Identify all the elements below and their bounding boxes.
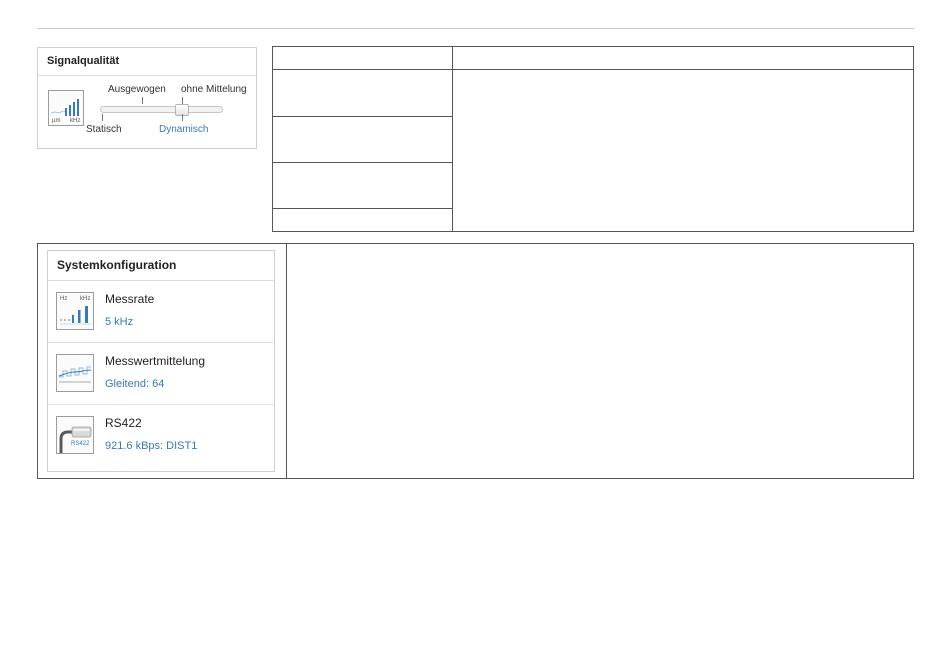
slider-tick: [142, 97, 143, 104]
icon-unit-khz: kHz: [70, 118, 81, 124]
table-row-rule: [273, 116, 453, 117]
config-item-label: Messrate: [105, 292, 155, 306]
config-item-messwertmittelung[interactable]: Messwertmittelung Gleitend: 64: [48, 343, 274, 405]
averaging-icon: [56, 354, 94, 392]
signal-quality-slider-track[interactable]: [100, 106, 223, 113]
icon-unit-um: µm: [52, 118, 61, 124]
system-configuration-table: Systemkonfiguration Hz kHz Messrate 5 kH…: [37, 243, 914, 479]
slider-label-statisch[interactable]: Statisch: [86, 124, 122, 135]
config-item-value[interactable]: 5 kHz: [105, 316, 133, 328]
measurement-rate-icon: Hz kHz: [56, 292, 94, 330]
rs422-icon-text: RS422: [71, 441, 90, 447]
table-column-divider: [286, 244, 287, 478]
signal-quality-icon: µm kHz: [48, 90, 84, 126]
table-column-divider: [452, 47, 453, 231]
top-rule: [37, 28, 914, 29]
icon-unit-hz: Hz: [60, 296, 68, 302]
signal-quality-panel: Signalqualität µm kHz Ausgewogen ohne Mi…: [37, 47, 257, 149]
slider-tick: [182, 114, 183, 121]
slider-tick: [102, 114, 103, 121]
system-configuration-title: Systemkonfiguration: [48, 251, 274, 281]
slider-label-ohne-mittelung[interactable]: ohne Mittelung: [181, 84, 247, 95]
config-item-label: Messwertmittelung: [105, 354, 206, 368]
rs422-cable-icon: RS422: [56, 416, 94, 454]
system-configuration-panel: Systemkonfiguration Hz kHz Messrate 5 kH…: [47, 250, 275, 472]
averaging-graphic: [58, 366, 92, 383]
table-row-rule: [273, 208, 453, 209]
config-item-rs422[interactable]: RS422 RS422 921.6 kBps: DIST1: [48, 405, 274, 466]
slider-tick: [182, 97, 183, 104]
table-row-rule: [273, 162, 453, 163]
config-item-messrate[interactable]: Hz kHz Messrate 5 kHz: [48, 281, 274, 343]
config-item-value[interactable]: 921.6 kBps: DIST1: [105, 440, 197, 452]
config-item-label: RS422: [105, 416, 142, 430]
slider-label-dynamisch[interactable]: Dynamisch: [159, 124, 208, 135]
signal-quality-title: Signalqualität: [38, 48, 256, 76]
slider-label-ausgewogen[interactable]: Ausgewogen: [108, 84, 166, 95]
description-table: [272, 46, 914, 232]
icon-unit-khz: kHz: [80, 296, 91, 302]
cable-graphic: [59, 426, 92, 453]
config-item-value[interactable]: Gleitend: 64: [105, 378, 164, 390]
table-header-rule: [273, 69, 913, 70]
